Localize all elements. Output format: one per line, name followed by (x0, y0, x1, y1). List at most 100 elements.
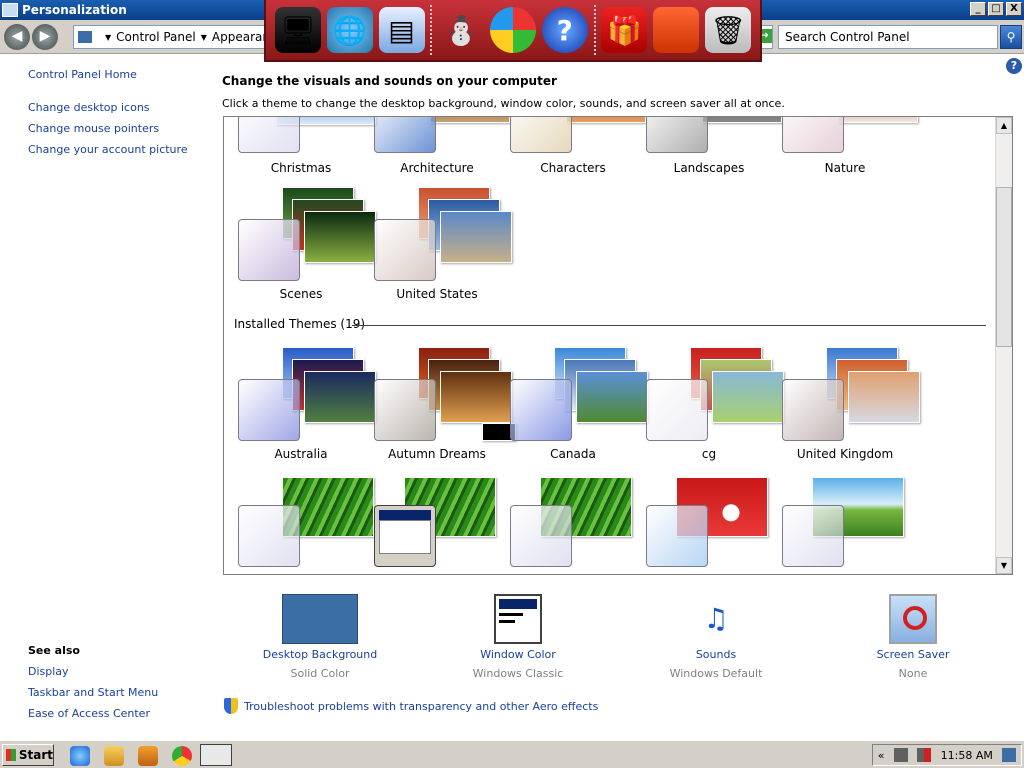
start-button[interactable]: Start (2, 744, 54, 766)
screen-saver-icon[interactable] (889, 594, 937, 644)
network-icon[interactable] (893, 748, 908, 762)
setting-name[interactable]: Screen Saver (843, 648, 983, 661)
theme-landscapes[interactable]: Landscapes (646, 117, 782, 211)
scroll-down-icon[interactable]: ▼ (996, 557, 1012, 574)
theme-tile (238, 117, 300, 153)
display-icon[interactable]: ▤ (378, 7, 425, 53)
desktop-background-setting[interactable]: Desktop Background Solid Color (250, 594, 390, 680)
theme-characters[interactable]: Characters (510, 117, 646, 211)
setting-name[interactable]: Window Color (448, 648, 588, 661)
theme-label: Australia (274, 447, 328, 461)
sounds-icon[interactable]: ♫ (678, 594, 754, 644)
chrome-icon[interactable] (172, 746, 192, 766)
setting-value: Windows Default (669, 667, 763, 680)
chevron-down-icon[interactable]: ▼ (201, 33, 207, 42)
internet-explorer-icon[interactable] (70, 746, 90, 766)
ease-of-access-link[interactable]: Ease of Access Center (28, 707, 158, 720)
theme-holiday[interactable] (646, 477, 782, 574)
theme-united-kingdom[interactable]: United Kingdom (782, 347, 920, 477)
theme-tile (510, 379, 572, 441)
back-button[interactable]: ◀ (4, 24, 30, 50)
theme-basic[interactable] (238, 477, 374, 574)
see-also-heading: See also (28, 644, 80, 657)
search-icon[interactable]: ⚲ (1000, 25, 1022, 49)
floating-dock: 🖥 🌐 ▤ ⛄ ? 🎁 🗑 (264, 0, 762, 62)
theme-label: Autumn Dreams (388, 447, 486, 461)
theme-label: Landscapes (673, 161, 745, 175)
maximize-button[interactable]: □ (988, 2, 1004, 16)
network-globe-icon[interactable]: 🌐 (326, 7, 373, 53)
close-button[interactable]: X (1006, 2, 1022, 16)
window-title: Personalization (22, 3, 127, 17)
theme-label: United Kingdom (796, 447, 894, 461)
scrollbar-thumb[interactable] (996, 187, 1012, 347)
change-mouse-pointers-link[interactable]: Change mouse pointers (28, 122, 188, 135)
chevron-down-icon[interactable]: ▼ (105, 33, 111, 42)
taskbar-start-menu-link[interactable]: Taskbar and Start Menu (28, 686, 158, 699)
gift-icon[interactable]: 🎁 (601, 7, 648, 53)
setting-name[interactable]: Desktop Background (250, 648, 390, 661)
theme-tile (782, 505, 844, 567)
troubleshoot-aero[interactable]: Troubleshoot problems with transparency … (224, 698, 598, 714)
setting-name[interactable]: Sounds (646, 648, 786, 661)
change-account-picture-link[interactable]: Change your account picture (28, 143, 188, 156)
theme-autumn-dreams[interactable]: Autumn Dreams (374, 347, 516, 477)
explorer-folder-icon[interactable] (104, 746, 124, 766)
installed-themes-heading: Installed Themes (19) (234, 317, 366, 331)
theme-scenes[interactable]: Scenes (238, 187, 376, 317)
dock-divider (430, 5, 433, 55)
theme-label: Christmas (270, 161, 332, 175)
personalization-task-button[interactable] (200, 744, 232, 766)
sounds-setting[interactable]: ♫ Sounds Windows Default (646, 594, 786, 680)
theme-tile (646, 505, 708, 567)
tray-expand-icon[interactable]: « (878, 749, 885, 762)
screen-saver-setting[interactable]: Screen Saver None (843, 594, 983, 680)
theme-meadow[interactable] (782, 477, 918, 574)
snowman-icon[interactable]: ⛄ (438, 7, 484, 53)
scroll-up-icon[interactable]: ▲ (996, 117, 1012, 134)
clock[interactable]: 11:58 AM (941, 749, 993, 762)
theme-canada[interactable]: Canada (510, 347, 648, 477)
theme-label: Scenes (279, 287, 323, 301)
theme-united-states[interactable]: United States (374, 187, 512, 317)
computer-icon[interactable]: 🖥 (274, 7, 321, 53)
display-link[interactable]: Display (28, 665, 158, 678)
theme-windows-classic[interactable] (374, 477, 510, 574)
theme-tile (238, 379, 300, 441)
window-color-icon[interactable] (494, 594, 542, 644)
troubleshoot-aero-link[interactable]: Troubleshoot problems with transparency … (244, 700, 598, 713)
theme-list-scrollbar[interactable]: ▲ ▼ (995, 117, 1012, 574)
windows-orb-icon[interactable] (489, 7, 536, 53)
theme-list[interactable]: Christmas Architecture Characters Landsc… (223, 116, 1013, 575)
theme-tile (238, 219, 300, 281)
section-divider (352, 325, 986, 326)
theme-australia[interactable]: Australia (238, 347, 376, 477)
theme-label: United States (396, 287, 478, 301)
media-player-icon[interactable] (138, 746, 158, 766)
theme-tile (510, 505, 572, 567)
left-navigation: Control Panel Home Change desktop icons … (28, 68, 188, 156)
help-icon[interactable]: ? (1006, 58, 1022, 74)
breadcrumb-control-panel[interactable]: Control Panel (116, 30, 196, 44)
theme-cg[interactable]: cg (646, 347, 784, 477)
theme-tile (646, 379, 708, 441)
theme-label: Characters (540, 161, 606, 175)
page-title: Change the visuals and sounds on your co… (222, 74, 557, 88)
volume-muted-icon[interactable] (917, 748, 932, 762)
folder-icon[interactable] (653, 7, 700, 53)
control-panel-home-link[interactable]: Control Panel Home (28, 68, 188, 81)
minimize-button[interactable]: _ (970, 2, 986, 16)
change-desktop-icons-link[interactable]: Change desktop icons (28, 101, 188, 114)
windows-flag-icon (6, 749, 16, 761)
help-icon[interactable]: ? (541, 7, 588, 53)
theme-label: Nature (824, 161, 866, 175)
theme-nature[interactable]: Nature (782, 117, 918, 211)
recycle-bin-icon[interactable]: 🗑 (705, 7, 752, 53)
window-color-setting[interactable]: Window Color Windows Classic (448, 594, 588, 680)
forward-button[interactable]: ▶ (32, 24, 58, 50)
theme-high-contrast[interactable] (510, 477, 646, 574)
desktop-background-swatch-icon[interactable] (282, 594, 358, 644)
theme-tile (782, 117, 844, 153)
search-input[interactable]: Search Control Panel (778, 25, 998, 49)
show-desktop-icon[interactable] (1002, 748, 1017, 762)
